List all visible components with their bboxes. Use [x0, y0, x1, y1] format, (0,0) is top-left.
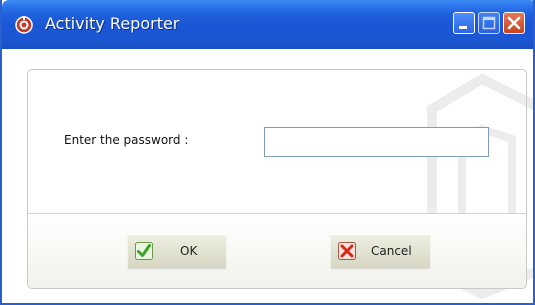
- dialog-window: Activity Reporter Enter the password : O…: [0, 0, 535, 305]
- cancel-button[interactable]: Cancel: [331, 234, 430, 268]
- button-bar: [28, 214, 526, 288]
- cancel-button-label: Cancel: [371, 244, 412, 258]
- ok-button-label: OK: [180, 244, 198, 258]
- panel-divider: [27, 213, 527, 214]
- password-label: Enter the password :: [64, 133, 189, 147]
- x-cross-icon: [338, 242, 356, 260]
- maximize-icon: [482, 16, 496, 30]
- minimize-button[interactable]: [453, 12, 475, 34]
- ok-button[interactable]: OK: [128, 234, 226, 268]
- title-bar[interactable]: Activity Reporter: [2, 0, 533, 49]
- checkmark-icon: [135, 242, 153, 260]
- dialog-client-area: Enter the password : OK Cancel: [2, 49, 533, 303]
- close-button[interactable]: [503, 12, 525, 34]
- minimize-icon: [459, 26, 467, 29]
- password-input[interactable]: [264, 127, 489, 157]
- close-icon: [507, 16, 521, 30]
- window-title: Activity Reporter: [45, 14, 180, 33]
- app-logo-icon: [14, 15, 34, 35]
- maximize-button[interactable]: [478, 12, 500, 34]
